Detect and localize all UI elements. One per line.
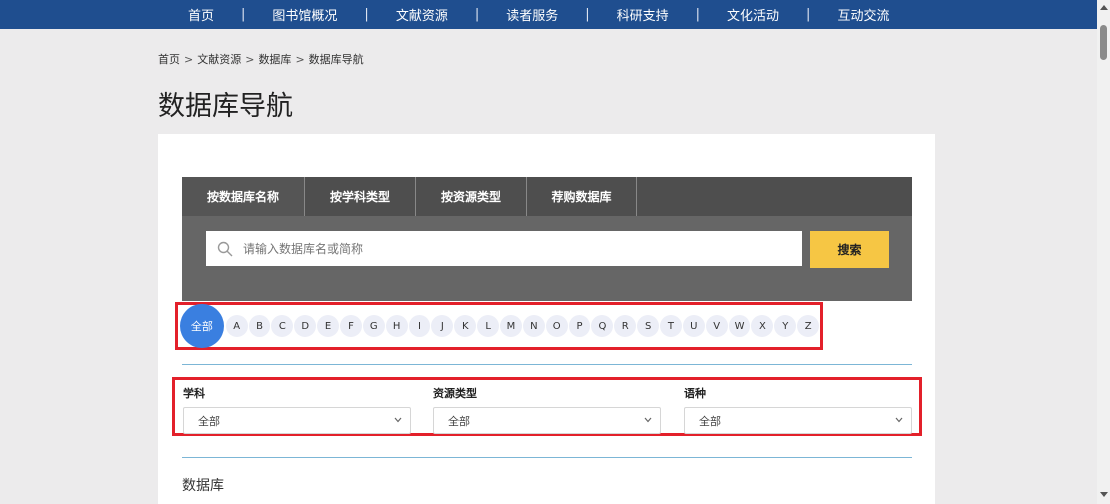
scroll-down-arrow-icon[interactable]	[1100, 492, 1108, 497]
breadcrumb-separator: >	[245, 53, 255, 66]
resource-type-select[interactable]: 全部	[433, 407, 661, 434]
select-value: 全部	[198, 414, 220, 428]
search-input[interactable]	[241, 240, 785, 257]
letter-button[interactable]: T	[660, 315, 682, 337]
scroll-up-arrow-icon[interactable]	[1100, 5, 1108, 10]
letter-all-button[interactable]: 全部	[180, 304, 224, 348]
search-icon	[217, 241, 233, 256]
database-nav-card: 按数据库名称按学科类型按资源类型荐购数据库 搜索 全部ABCDEFGHIJKLM…	[158, 134, 935, 504]
letter-button[interactable]: M	[500, 315, 522, 337]
scrollbar[interactable]	[1097, 0, 1110, 504]
search-tab[interactable]: 荐购数据库	[527, 177, 637, 216]
letter-button[interactable]: W	[728, 315, 751, 337]
letter-button[interactable]: R	[614, 315, 637, 337]
letter-button[interactable]: K	[454, 315, 477, 337]
letter-button[interactable]: Z	[797, 315, 820, 337]
letter-button[interactable]: U	[682, 315, 705, 337]
letter-button[interactable]: G	[362, 315, 385, 337]
page-title: 数据库导航	[158, 91, 293, 122]
search-tab[interactable]: 按学科类型	[305, 177, 416, 216]
letter-button[interactable]: H	[385, 315, 408, 337]
nav-separator: |	[364, 7, 369, 22]
letter-button[interactable]: P	[568, 315, 591, 337]
subject-filter: 学科 全部	[183, 385, 411, 434]
letter-button[interactable]: Y	[774, 315, 797, 337]
breadcrumb-item: 数据库导航	[308, 53, 364, 66]
nav-separator: |	[474, 7, 480, 22]
breadcrumb-separator: >	[295, 53, 305, 66]
database-section-heading: 数据库	[182, 478, 224, 494]
select-value: 全部	[699, 414, 721, 428]
scrollbar-thumb[interactable]	[1100, 25, 1107, 60]
divider	[182, 457, 912, 458]
filter-row: 学科 全部 资源类型 全部 语种 全部	[172, 377, 922, 436]
search-panel: 按数据库名称按学科类型按资源类型荐购数据库 搜索	[182, 177, 912, 301]
letter-button[interactable]: Q	[591, 315, 614, 337]
letter-button[interactable]: I	[408, 315, 431, 337]
letter-button[interactable]: F	[340, 315, 362, 337]
breadcrumb: 首页 > 文献资源 > 数据库 > 数据库导航	[158, 51, 364, 67]
nav-item[interactable]: 科研支持	[617, 5, 669, 24]
nav-separator: |	[695, 7, 701, 22]
breadcrumb-item[interactable]: 数据库	[258, 53, 291, 66]
language-filter: 语种 全部	[684, 385, 912, 434]
select-value: 全部	[448, 414, 470, 428]
nav-item[interactable]: 文化活动	[727, 5, 779, 24]
letter-button[interactable]: O	[545, 315, 568, 337]
filter-label: 学科	[183, 387, 205, 400]
search-tab[interactable]: 按数据库名称	[182, 177, 305, 216]
search-button[interactable]: 搜索	[810, 231, 889, 268]
letter-button[interactable]: X	[751, 315, 774, 337]
search-field[interactable]	[206, 231, 802, 266]
chevron-down-icon	[895, 417, 903, 423]
divider	[182, 364, 912, 365]
top-nav: 首页 | 图书馆概况 | 文献资源 | 读者服务 | 科研支持 | 文化活动 | 互动交流	[0, 0, 1097, 29]
letter-button[interactable]: D	[294, 315, 317, 337]
nav-separator: |	[806, 7, 811, 22]
nav-item[interactable]: 图书馆概况	[272, 5, 337, 24]
language-select[interactable]: 全部	[684, 407, 912, 434]
letter-button[interactable]: E	[317, 315, 340, 337]
letter-button[interactable]: N	[522, 315, 545, 337]
subject-select[interactable]: 全部	[183, 407, 411, 434]
letter-button[interactable]: V	[705, 315, 728, 337]
filter-label: 语种	[684, 387, 706, 400]
breadcrumb-item[interactable]: 首页	[158, 53, 180, 66]
breadcrumb-item[interactable]: 文献资源	[197, 53, 241, 66]
search-tab[interactable]: 按资源类型	[416, 177, 527, 216]
chevron-down-icon	[644, 417, 652, 423]
letter-button[interactable]: S	[637, 315, 660, 337]
search-tabs: 按数据库名称 按学科类型 按资源类型 荐购数据库	[182, 177, 637, 216]
letter-button[interactable]: L	[477, 315, 500, 337]
letter-button[interactable]: B	[248, 315, 271, 337]
top-nav-items: 首页 | 图书馆概况 | 文献资源 | 读者服务 | 科研支持 | 文化活动 | 互动交流	[188, 5, 889, 24]
breadcrumb-separator: >	[184, 53, 194, 66]
nav-item[interactable]: 文献资源	[396, 5, 448, 24]
nav-item[interactable]: 互动交流	[837, 5, 889, 24]
nav-item[interactable]: 首页	[188, 5, 214, 24]
letter-button[interactable]: J	[431, 315, 454, 337]
nav-item[interactable]: 读者服务	[506, 5, 558, 24]
nav-separator: |	[241, 7, 246, 22]
chevron-down-icon	[394, 417, 402, 423]
letter-button[interactable]: C	[271, 315, 294, 337]
filter-label: 资源类型	[433, 387, 477, 400]
alphabet-filter: 全部 A B C D E F G H I J K L M N O P Q R S T U V W X Y Z	[175, 302, 823, 350]
letter-button[interactable]: A	[225, 315, 248, 337]
nav-separator: |	[585, 7, 590, 22]
resource-type-filter: 资源类型 全部	[433, 385, 661, 434]
